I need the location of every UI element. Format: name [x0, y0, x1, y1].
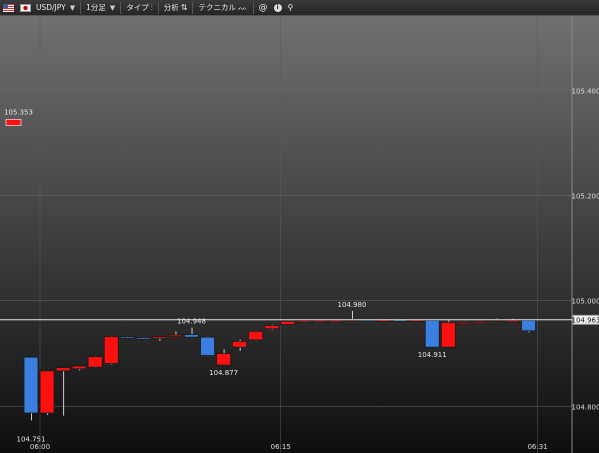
candle[interactable]: [119, 336, 135, 339]
candle[interactable]: [280, 320, 296, 326]
candle-body: [151, 336, 167, 339]
sort-arrows-icon: ⇅: [180, 3, 188, 12]
chart-type-button[interactable]: タイプ ⫶: [123, 0, 156, 16]
candle-body: [248, 330, 264, 341]
price-annotation: 104.911: [418, 351, 447, 359]
candle[interactable]: [312, 319, 328, 323]
info-icon: i: [273, 3, 282, 12]
analysis-button[interactable]: 分析 ⇅: [161, 0, 191, 16]
candle-body: [264, 325, 280, 330]
candle-body: [312, 319, 328, 323]
candle-body: [424, 319, 440, 348]
analysis-label: 分析: [163, 3, 179, 12]
currency-pair-label: USD/JPY: [36, 3, 66, 12]
at-icon: @: [258, 2, 268, 13]
candle[interactable]: [521, 319, 536, 333]
toolbar-divider: [252, 1, 254, 14]
candle[interactable]: [472, 320, 488, 324]
price-annotation: 104.877: [209, 369, 238, 377]
y-tick-label: 105.000: [572, 298, 599, 306]
info-button[interactable]: i: [271, 0, 285, 16]
high-marker: [5, 119, 22, 126]
candle[interactable]: [103, 336, 119, 365]
toolbar-divider: [80, 1, 82, 14]
candle-body: [103, 336, 119, 364]
current-price-label: 104.963: [572, 316, 599, 324]
chart-toolbar: USD/JPY ▼ 1分足 ▼ タイプ ⫶ 分析 ⇅ テクニカル ᨓ @ i ⚲: [0, 0, 599, 16]
price-annotation: 104.980: [338, 301, 367, 309]
toolbar-divider: [157, 1, 159, 14]
pin-button[interactable]: ⚲: [285, 0, 297, 16]
candle-body: [280, 320, 296, 325]
indicator-icon: ᨓ: [237, 2, 248, 12]
candle-body: [521, 319, 536, 332]
chart-background: [0, 16, 599, 453]
candle-body: [55, 367, 71, 372]
candle-body: [119, 336, 135, 339]
technical-label: テクニカル: [198, 3, 236, 12]
candle[interactable]: [328, 319, 344, 323]
price-annotation: 104.751: [17, 435, 46, 443]
candle-body: [440, 322, 456, 348]
x-tick-label: 06:15: [271, 443, 291, 451]
candle-body: [216, 353, 232, 366]
timeframe-label: 1分足: [86, 3, 106, 12]
high-marker-label: 105.353: [4, 108, 33, 116]
chart-type-label: タイプ: [126, 3, 149, 12]
candle[interactable]: [296, 320, 312, 323]
y-tick-label: 104.800: [572, 404, 599, 412]
at-button[interactable]: @: [256, 0, 271, 16]
currency-pair-select[interactable]: USD/JPY ▼: [0, 0, 78, 16]
candle[interactable]: [456, 321, 472, 325]
candle[interactable]: [424, 319, 440, 348]
toolbar-divider: [120, 1, 122, 14]
candle-body: [39, 370, 55, 414]
candle[interactable]: [135, 337, 151, 340]
candle[interactable]: [440, 320, 456, 348]
candle-body: [296, 320, 312, 323]
chevron-down-icon: ▼: [69, 3, 76, 12]
candle-body: [505, 319, 520, 323]
chevron-down-icon: ▼: [109, 3, 116, 12]
candle-body: [456, 322, 472, 325]
candle-body: [184, 334, 199, 338]
candle-body: [232, 340, 248, 348]
x-tick-label: 06:31: [527, 443, 547, 451]
candle[interactable]: [39, 370, 55, 416]
candle-body: [135, 337, 151, 340]
candle[interactable]: [264, 324, 280, 330]
candle-body: [168, 334, 183, 338]
candle[interactable]: [23, 356, 39, 421]
us-flag-icon: [3, 3, 14, 12]
y-tick-label: 105.200: [572, 193, 599, 201]
pin-icon: ⚲: [287, 3, 294, 12]
candle-body: [23, 356, 39, 414]
timeframe-select[interactable]: 1分足 ▼: [83, 0, 118, 16]
jp-flag-icon: [20, 3, 31, 12]
y-tick-label: 105.400: [572, 88, 599, 96]
candle[interactable]: [200, 336, 215, 357]
candle[interactable]: [248, 330, 264, 341]
candlestick-chart[interactable]: 105.400 105.200 105.000 104.800 06:00 06:15 0…: [0, 16, 599, 453]
candle-body: [472, 320, 488, 324]
candlestick-icon: ⫶: [150, 2, 153, 12]
candle-body: [200, 336, 215, 356]
toolbar-divider: [192, 1, 194, 14]
candle[interactable]: [87, 356, 103, 368]
x-tick-label: 06:00: [30, 443, 50, 451]
candle-body: [71, 365, 87, 370]
candle-body: [87, 356, 103, 368]
technical-button[interactable]: テクニカル ᨓ: [195, 0, 250, 16]
candle-body: [328, 319, 344, 323]
price-annotation: 104.948: [177, 318, 206, 326]
